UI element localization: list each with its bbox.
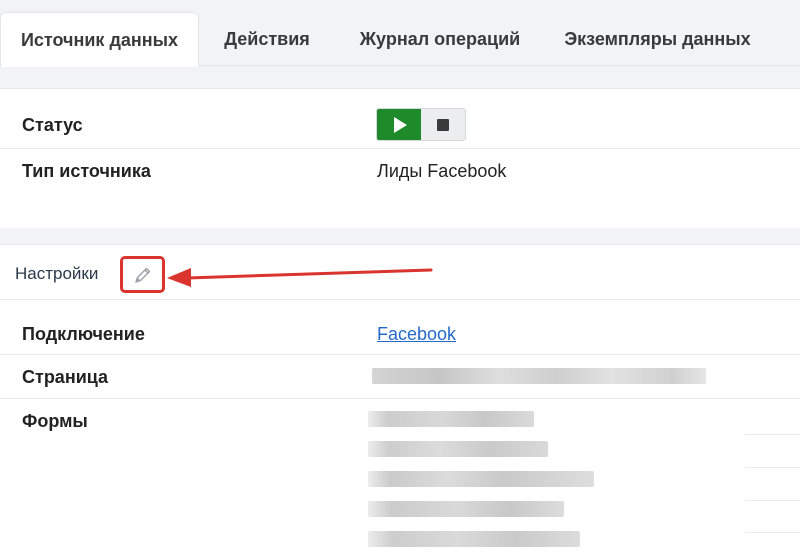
- stop-icon: [437, 118, 449, 131]
- page-label: Страница: [22, 367, 109, 387]
- settings-title: Настройки: [15, 264, 99, 283]
- form-item-redacted: [368, 411, 534, 427]
- form-item-redacted: [368, 531, 580, 547]
- tab-operations-log[interactable]: Журнал операций: [335, 12, 545, 67]
- form-item-redacted: [368, 471, 594, 487]
- source-type-row: Тип источника Лиды Facebook: [0, 149, 800, 195]
- tab-data-source[interactable]: Источник данных: [0, 12, 199, 67]
- source-type-label: Тип источника: [22, 161, 151, 181]
- status-label: Статус: [22, 115, 83, 135]
- divider: [745, 434, 800, 435]
- start-button[interactable]: [377, 109, 421, 140]
- tab-bar: Источник данных Действия Журнал операций…: [0, 0, 800, 67]
- connection-label: Подключение: [22, 324, 145, 344]
- divider: [745, 532, 800, 533]
- edit-settings-button[interactable]: [120, 256, 165, 293]
- stop-button[interactable]: [421, 109, 465, 140]
- arrow-icon: [167, 268, 433, 287]
- source-type-value: Лиды Facebook: [377, 161, 507, 181]
- divider: [745, 500, 800, 501]
- connection-link[interactable]: Facebook: [377, 324, 456, 345]
- forms-label: Формы: [22, 411, 88, 431]
- status-toggle: [376, 108, 466, 141]
- play-icon: [394, 116, 407, 133]
- pencil-icon: [134, 267, 150, 283]
- divider: [745, 467, 800, 468]
- connection-row: Подключение Facebook: [0, 300, 800, 355]
- tab-actions[interactable]: Действия: [199, 12, 335, 67]
- form-item-redacted: [368, 501, 564, 517]
- tab-data-instances[interactable]: Экземпляры данных: [545, 12, 770, 67]
- form-item-redacted: [368, 441, 548, 457]
- page-value-redacted: [372, 368, 706, 384]
